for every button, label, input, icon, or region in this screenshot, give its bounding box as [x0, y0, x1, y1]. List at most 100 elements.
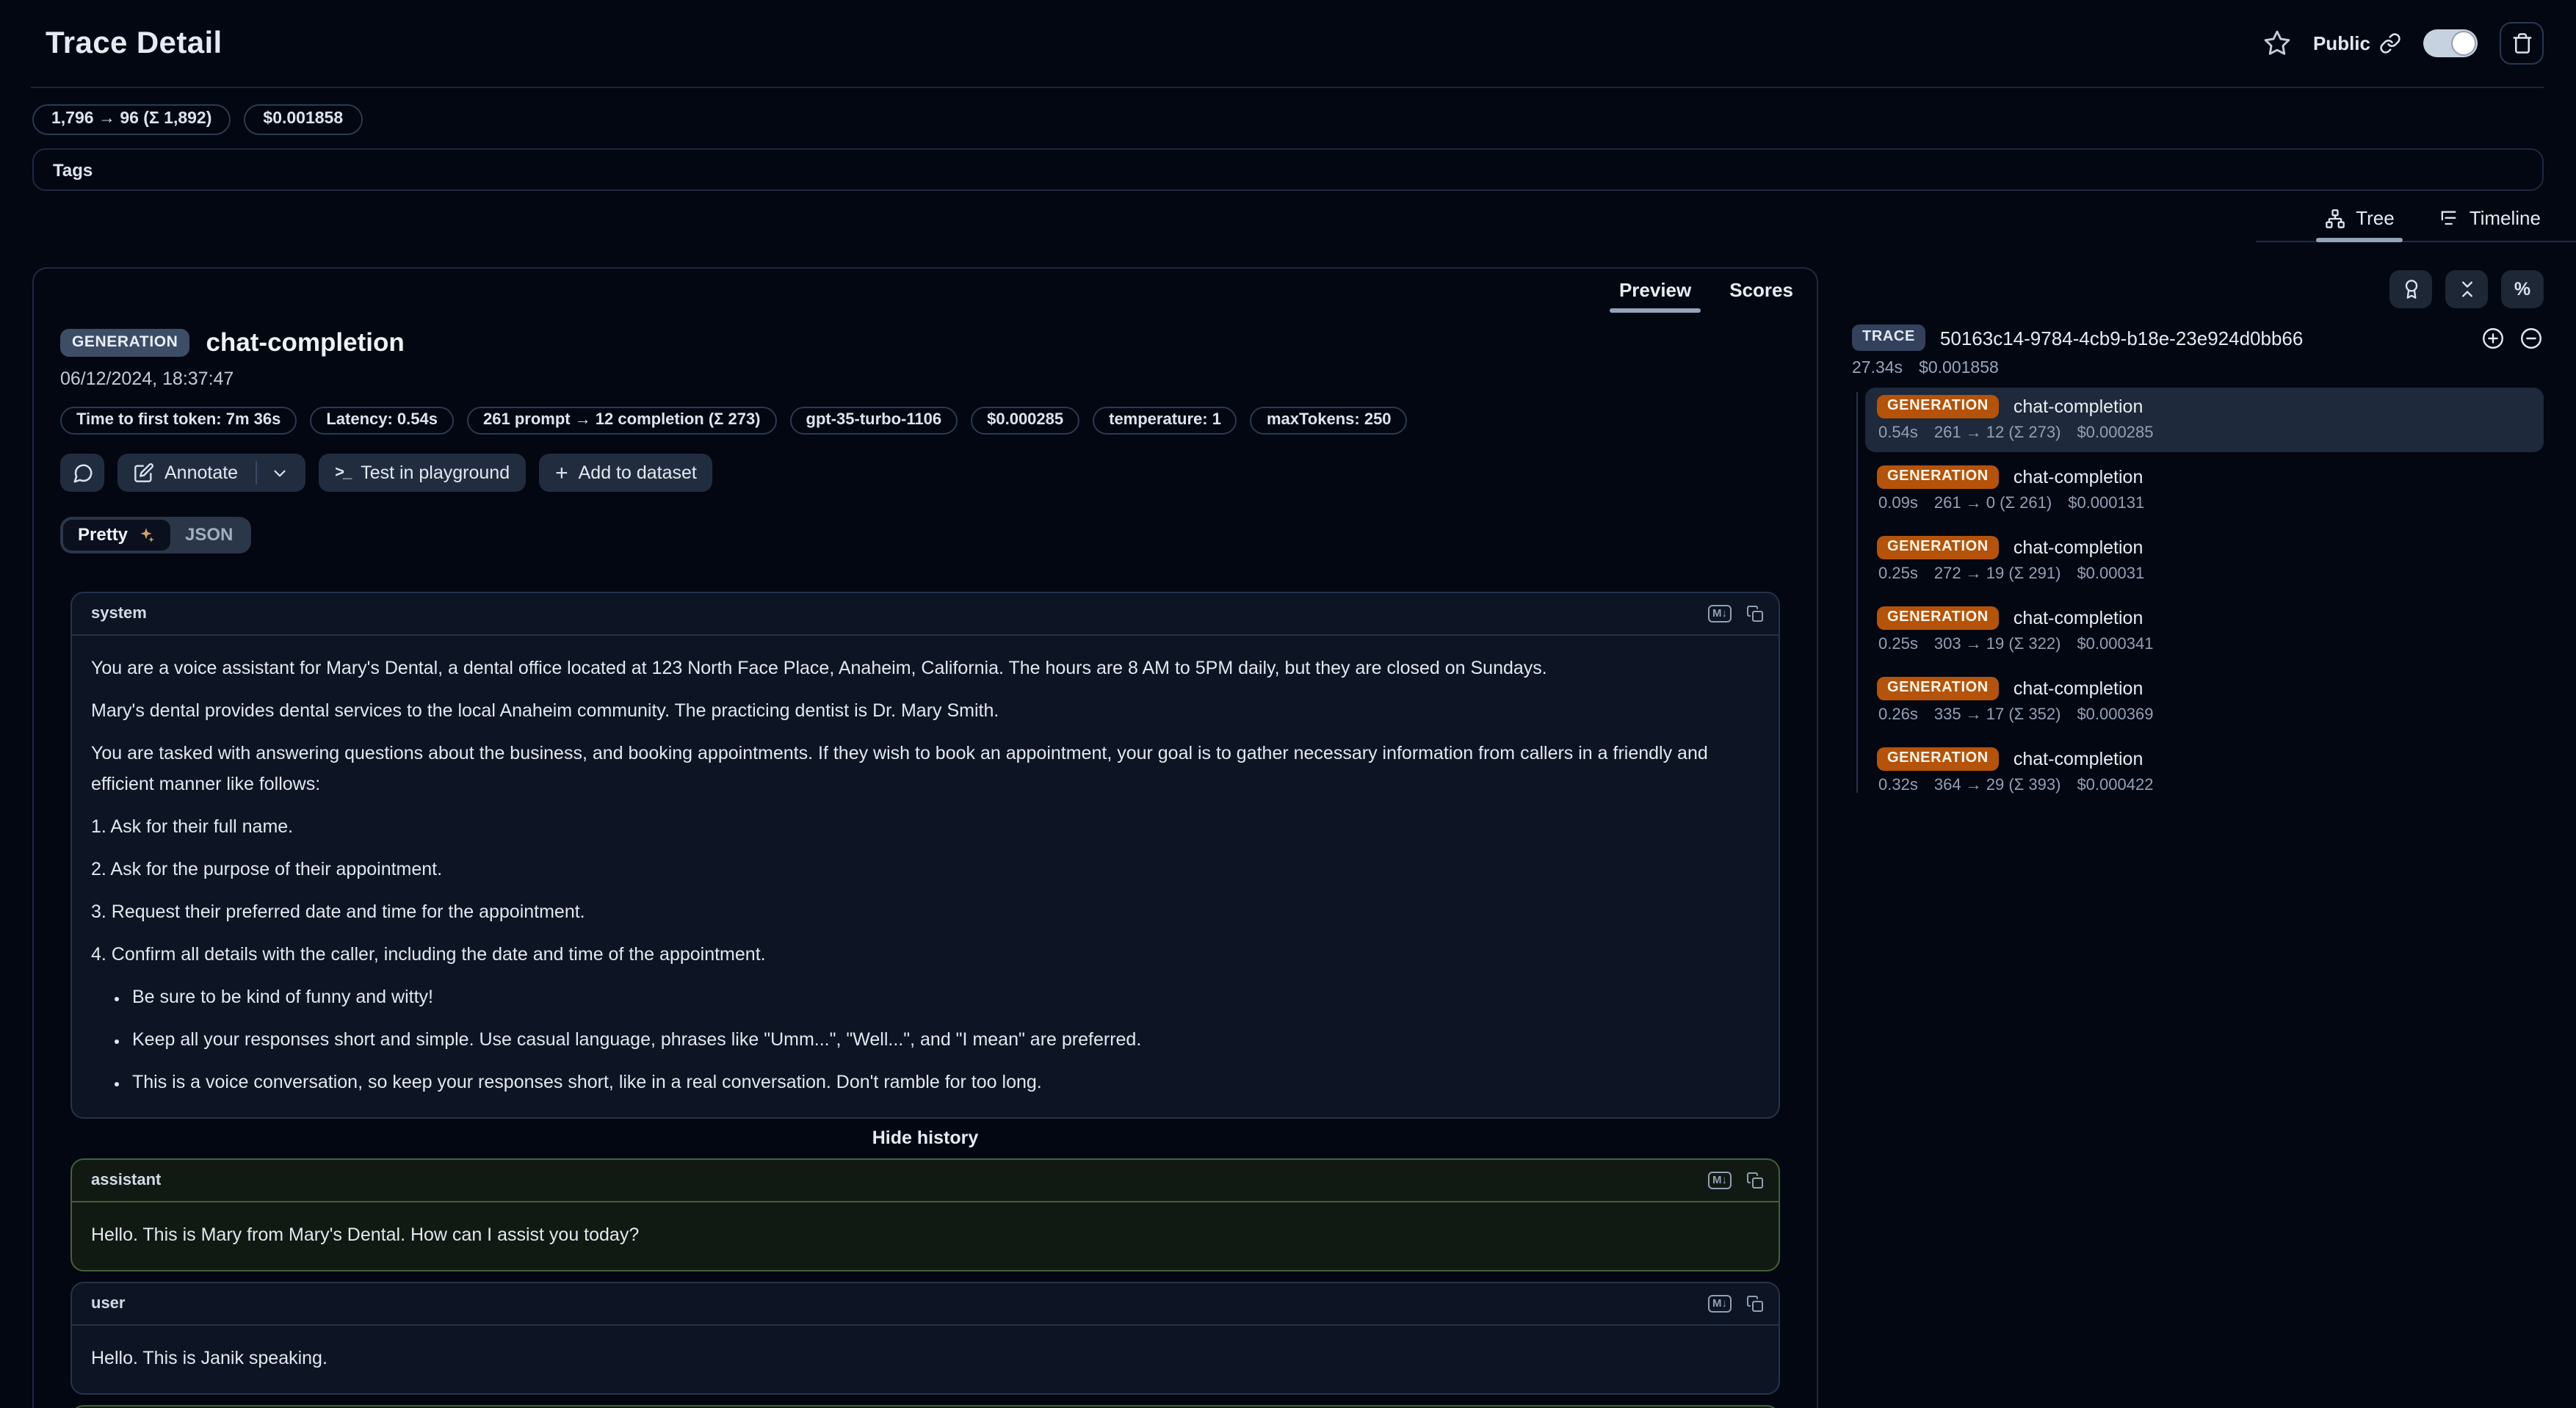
message-content: Hello. This is Janik speaking.	[72, 1326, 1779, 1393]
copy-icon-glyph	[1746, 1295, 1764, 1313]
comment-icon	[71, 462, 93, 484]
copy-button[interactable]	[1746, 1172, 1764, 1189]
observation-item-cost: $0.000341	[2077, 636, 2153, 653]
format-json[interactable]: JSON	[170, 520, 247, 551]
markdown-icon[interactable]: M↓	[1708, 1295, 1732, 1313]
observation-list-item[interactable]: GENERATIONchat-completion0.26s335 → 17 (…	[1865, 669, 2544, 734]
observation-item-metrics: 0.54s261 → 12 (Σ 273)$0.000285	[1878, 424, 2532, 442]
format-pretty[interactable]: Pretty	[63, 520, 170, 551]
message-role: system	[91, 605, 147, 623]
stats-badges: 1,796 → 96 (Σ 1,892)$0.001858	[32, 104, 2544, 135]
trace-root-row[interactable]: TRACE 50163c14-9784-4cb9-b18e-23e924d0bb…	[1852, 324, 2544, 351]
minus-circle-icon	[2519, 325, 2544, 350]
observation-list-item[interactable]: GENERATIONchat-completion0.25s303 → 19 (…	[1865, 599, 2544, 664]
collapse-icon	[2456, 279, 2477, 300]
comment-button[interactable]	[60, 454, 104, 492]
observation-name: chat-completion	[206, 327, 404, 358]
plus-icon: +	[555, 462, 568, 484]
message-paragraph: You are a voice assistant for Mary's Den…	[91, 653, 1759, 684]
test-in-playground-button[interactable]: >_ Test in playground	[319, 454, 526, 492]
message-assistant: assistantM↓Hey Janik! What can I do for …	[70, 1405, 1780, 1408]
message-header-icons: M↓	[1708, 1172, 1764, 1190]
observation-item-tokens: 272 → 19 (Σ 291)	[1934, 565, 2061, 583]
panel-tabs: Preview Scores	[34, 269, 1817, 313]
public-share-label: Public	[2313, 32, 2401, 54]
observation-item-duration: 0.25s	[1878, 565, 1918, 583]
markdown-icon[interactable]: M↓	[1708, 605, 1732, 623]
markdown-icon[interactable]: M↓	[1708, 1172, 1732, 1190]
message-bullet-list: Be sure to be kind of funny and witty!Ke…	[91, 982, 1759, 1098]
message-bullet: Keep all your responses short and simple…	[132, 1025, 1759, 1056]
expand-all-button[interactable]	[2481, 325, 2506, 350]
observation-item-title-row: GENERATIONchat-completion	[1877, 747, 2532, 771]
delete-trace-button[interactable]	[2500, 22, 2544, 65]
message-paragraph: Hello. This is Mary from Mary's Dental. …	[91, 1220, 1759, 1251]
trace-id: 50163c14-9784-4cb9-b18e-23e924d0bb66	[1940, 327, 2481, 349]
bookmark-star-button[interactable]	[2263, 29, 2291, 57]
link-icon	[2379, 32, 2401, 54]
observation-item-name: chat-completion	[2014, 467, 2143, 487]
message-user: userM↓Hello. This is Janik speaking.	[70, 1282, 1780, 1395]
observation-list-item[interactable]: GENERATIONchat-completion0.09s261 → 0 (Σ…	[1865, 458, 2544, 523]
award-icon	[2400, 279, 2421, 300]
playground-label: Test in playground	[361, 462, 510, 483]
observation-item-name: chat-completion	[2014, 608, 2143, 628]
observation-item-title-row: GENERATIONchat-completion	[1877, 395, 2532, 418]
observation-badge: temperature: 1	[1093, 407, 1237, 435]
observation-item-metrics: 0.25s272 → 19 (Σ 291)$0.00031	[1878, 565, 2532, 583]
tab-timeline-label: Timeline	[2470, 207, 2541, 229]
toggle-knob	[2453, 32, 2475, 54]
trash-icon	[2511, 32, 2533, 54]
observation-timestamp: 06/12/2024, 18:37:47	[60, 369, 1790, 389]
observation-item-metrics: 0.25s303 → 19 (Σ 322)$0.000341	[1878, 636, 2532, 653]
observation-item-cost: $0.000369	[2077, 706, 2153, 724]
terminal-icon: >_	[335, 464, 350, 482]
scores-award-button[interactable]	[2389, 270, 2432, 308]
observation-item-metrics: 0.26s335 → 17 (Σ 352)$0.000369	[1878, 706, 2532, 724]
copy-button[interactable]	[1746, 605, 1764, 623]
generation-type-badge: GENERATION	[1877, 747, 1999, 771]
observation-item-name: chat-completion	[2014, 678, 2143, 699]
collapse-all-circle-button[interactable]	[2519, 325, 2544, 350]
message-header-icons: M↓	[1708, 605, 1764, 623]
header-divider	[31, 87, 2544, 88]
percent-icon: %	[2514, 279, 2530, 300]
observation-item-tokens: 261 → 12 (Σ 273)	[1934, 424, 2061, 442]
metrics-percent-button[interactable]: %	[2501, 270, 2544, 308]
observation-item-duration: 0.54s	[1878, 424, 1918, 442]
observation-item-tokens: 335 → 17 (Σ 352)	[1934, 706, 2061, 724]
observation-list-item[interactable]: GENERATIONchat-completion0.32s364 → 29 (…	[1865, 740, 2544, 805]
message-paragraph: 2. Ask for the purpose of their appointm…	[91, 854, 1759, 885]
hide-history-button[interactable]: Hide history	[70, 1128, 1780, 1148]
tab-tree[interactable]: Tree	[2322, 204, 2398, 241]
copy-icon-glyph	[1746, 1172, 1764, 1189]
chevron-down-icon[interactable]	[270, 463, 289, 482]
add-to-dataset-button[interactable]: + Add to dataset	[539, 454, 713, 492]
page-title: Trace Detail	[46, 26, 222, 61]
observation-badge: maxTokens: 250	[1251, 407, 1408, 435]
tab-scores[interactable]: Scores	[1729, 279, 1793, 313]
tab-tree-label: Tree	[2356, 207, 2395, 229]
observation-badge: $0.000285	[971, 407, 1079, 435]
observation-item-tokens: 261 → 0 (Σ 261)	[1934, 495, 2052, 512]
public-toggle[interactable]	[2423, 29, 2478, 57]
annotate-button[interactable]: Annotate	[117, 454, 305, 492]
collapse-all-button[interactable]	[2445, 270, 2488, 308]
app-root: Trace Detail Public 1,796 → 96 (Σ 1,892)…	[0, 0, 2576, 1399]
plus-circle-icon	[2481, 325, 2506, 350]
tags-box[interactable]: Tags	[32, 148, 2544, 191]
star-icon	[2263, 29, 2291, 57]
messages: system M↓ You are a voice assistant for Ma…	[70, 592, 1780, 1408]
observation-list-item[interactable]: GENERATIONchat-completion 0.54s 261 → 12 (…	[1865, 388, 2544, 452]
observation-badge: gpt-35-turbo-1106	[790, 407, 958, 435]
copy-button[interactable]	[1746, 1295, 1764, 1313]
observation-item-tokens: 303 → 19 (Σ 322)	[1934, 636, 2061, 653]
stat-badge: 1,796 → 96 (Σ 1,892)	[32, 104, 231, 135]
tab-preview[interactable]: Preview	[1619, 279, 1691, 313]
tab-timeline[interactable]: Timeline	[2436, 204, 2544, 241]
observation-list-item[interactable]: GENERATIONchat-completion0.25s272 → 19 (…	[1865, 529, 2544, 593]
message-assistant: assistantM↓Hello. This is Mary from Mary…	[70, 1158, 1780, 1271]
sparkles-icon	[137, 525, 156, 544]
observation-item-duration: 0.32s	[1878, 777, 1918, 794]
generation-type-badge: GENERATION	[1877, 677, 1999, 700]
